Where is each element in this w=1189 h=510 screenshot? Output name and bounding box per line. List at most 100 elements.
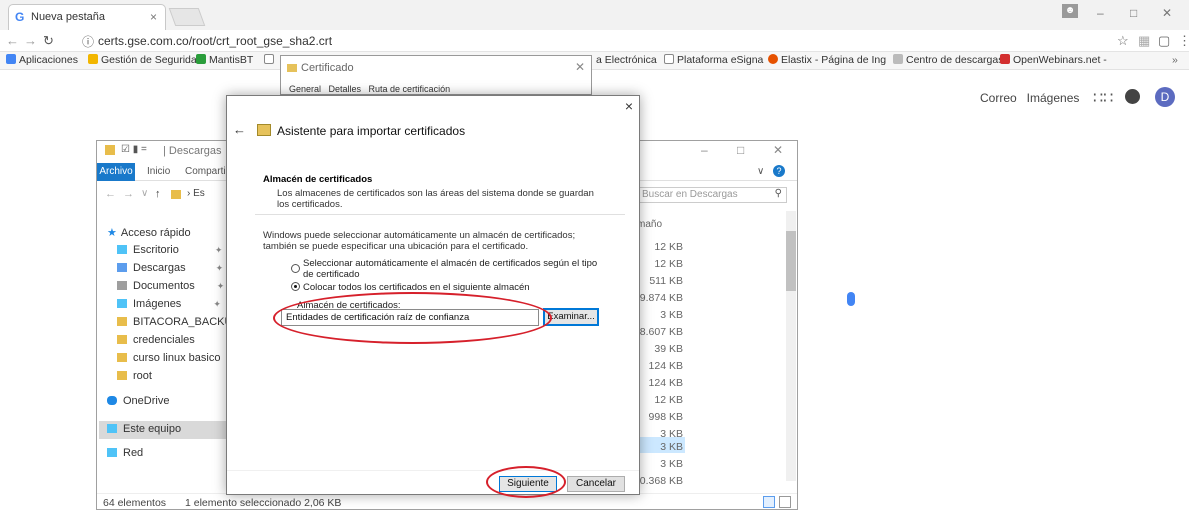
close-icon[interactable]: ✕ — [773, 143, 783, 157]
cancel-button[interactable]: Cancelar — [567, 476, 625, 492]
column-header-size[interactable]: maño — [637, 219, 662, 230]
sidebar-item-onedrive[interactable]: OneDrive — [107, 395, 169, 407]
apps-grid-icon[interactable]: ∷∷ — [1093, 88, 1113, 108]
sidebar-item-escritorio[interactable]: Escritorio ✦ — [117, 244, 222, 256]
section-description: Los almacenes de certificados son las ár… — [277, 188, 594, 210]
cast-icon[interactable]: ▢ — [1158, 33, 1170, 49]
radio-selected-dot — [294, 285, 297, 288]
divider — [255, 214, 625, 215]
bookmark-item[interactable]: a Electrónica — [596, 54, 657, 66]
maximize-icon[interactable]: □ — [737, 143, 744, 157]
minimize-icon[interactable]: – — [1097, 6, 1104, 20]
bookmarks-overflow[interactable]: » — [1172, 54, 1178, 66]
tab-title: Nueva pestaña — [31, 11, 105, 23]
new-tab-button[interactable] — [168, 8, 206, 26]
scrollbar[interactable] — [786, 211, 796, 481]
sidebar-item-folder[interactable]: credenciales — [117, 334, 195, 346]
status-selection: 1 elemento seleccionado 2,06 KB — [185, 497, 342, 509]
radio-auto-store[interactable] — [291, 264, 300, 273]
radio-auto-store-label[interactable]: Seleccionar automáticamente el almacén d… — [303, 258, 603, 280]
computer-icon — [107, 424, 117, 433]
explorer-search-input[interactable]: Buscar en Descargas ⚲ — [637, 187, 787, 203]
forward-icon[interactable]: → — [24, 33, 37, 48]
help-icon[interactable]: ? — [773, 165, 785, 177]
bookmark-icon — [893, 54, 903, 64]
bookmark-icon — [1000, 54, 1010, 64]
close-icon[interactable]: × — [625, 98, 633, 114]
section-heading: Almacén de certificados — [263, 174, 373, 185]
network-icon — [107, 448, 117, 457]
apps-icon — [6, 54, 16, 64]
documents-icon — [117, 281, 127, 290]
scrollbar-thumb[interactable] — [786, 231, 796, 291]
address-bar[interactable]: ⓘ certs.gse.com.co/root/crt_root_gse_sha… — [78, 32, 938, 50]
bookmark-item[interactable]: Centro de descargas — [893, 54, 1003, 66]
pin-icon[interactable]: ✦ — [216, 263, 224, 273]
sidebar-item-documentos[interactable]: Documentos ✦ — [117, 280, 224, 292]
pin-icon[interactable]: ✦ — [213, 299, 221, 309]
tab-archivo[interactable]: Archivo — [97, 163, 135, 181]
radio-specific-store[interactable] — [291, 282, 300, 291]
certificate-icon — [287, 64, 297, 72]
breadcrumb[interactable]: › Es — [187, 188, 205, 199]
folder-icon — [117, 317, 127, 326]
star-icon[interactable]: ☆ — [1117, 33, 1129, 49]
avatar[interactable]: D — [1155, 87, 1175, 107]
maximize-icon[interactable]: □ — [1130, 6, 1137, 20]
tiles-view-icon[interactable] — [779, 496, 791, 508]
notifications-icon[interactable] — [1125, 89, 1140, 104]
chevron-down-icon[interactable]: ∨ — [141, 188, 148, 199]
tab-compartir[interactable]: Compartir — [185, 166, 229, 177]
bookmark-item[interactable] — [264, 54, 277, 66]
tab-inicio[interactable]: Inicio — [147, 166, 170, 177]
bookmark-item[interactable]: Plataforma eSigna — [664, 54, 763, 66]
annotation-oval-store — [273, 292, 552, 344]
quick-access-toolbar[interactable]: ☑ ▮ = — [121, 144, 147, 155]
microphone-icon[interactable] — [847, 292, 855, 306]
pin-icon[interactable]: ✦ — [217, 281, 225, 291]
sidebar-item-folder[interactable]: BITACORA_BACKUP — [117, 316, 240, 328]
sidebar-item-quick-access[interactable]: ★ Acceso rápido — [107, 226, 191, 239]
bookmark-item[interactable]: OpenWebinars.net - — [1000, 54, 1107, 66]
browser-tab[interactable]: G Nueva pestaña × — [8, 4, 166, 30]
profile-icon[interactable]: ☻ — [1062, 4, 1078, 18]
cloud-icon — [107, 396, 117, 405]
sidebar-item-red[interactable]: Red — [107, 447, 143, 459]
back-icon[interactable]: ← — [233, 122, 246, 137]
info-icon[interactable]: ⓘ — [82, 33, 94, 50]
pin-icon[interactable]: ✦ — [215, 245, 223, 255]
minimize-icon[interactable]: – — [701, 143, 708, 157]
close-window-icon[interactable]: ✕ — [1162, 6, 1172, 20]
bookmark-apps[interactable]: Aplicaciones — [6, 54, 78, 66]
sidebar-item-este-equipo[interactable]: Este equipo — [107, 423, 181, 435]
google-links[interactable]: Correo Imágenes — [980, 91, 1079, 105]
bookmark-item[interactable]: Gestión de Seguridad — [88, 54, 203, 66]
certificate-window-title: Certificado — [301, 62, 354, 74]
bookmark-item[interactable]: Elastix - Página de Ing — [768, 54, 886, 66]
tab-strip: G Nueva pestaña × ☻ – □ ✕ — [0, 0, 1189, 30]
details-view-icon[interactable] — [763, 496, 775, 508]
bookmark-item[interactable]: MantisBT — [196, 54, 253, 66]
reload-icon[interactable]: ↻ — [43, 33, 54, 49]
sidebar-item-folder[interactable]: curso linux basico — [117, 352, 220, 364]
address-url: certs.gse.com.co/root/crt_root_gse_sha2.… — [98, 34, 333, 48]
chevron-down-icon[interactable]: ∨ — [757, 166, 764, 177]
status-count: 64 elementos — [103, 497, 167, 509]
annotation-oval-next — [486, 466, 566, 498]
page-icon — [664, 54, 674, 64]
menu-icon[interactable]: ⋮ — [1178, 33, 1189, 49]
close-icon[interactable]: × — [150, 10, 157, 24]
sidebar-item-imagenes[interactable]: Imágenes ✦ — [117, 298, 221, 310]
back-icon[interactable]: ← — [105, 188, 116, 200]
up-icon[interactable]: ↑ — [155, 188, 161, 200]
bookmarks-bar: Aplicaciones Gestión de Seguridad Mantis… — [0, 52, 1189, 70]
extension-icon[interactable]: ▦ — [1138, 33, 1150, 49]
certificate-tabs[interactable]: General Detalles Ruta de certificación — [289, 84, 450, 94]
footer-divider — [227, 470, 639, 471]
sidebar-item-folder[interactable]: root — [117, 370, 152, 382]
folder-icon — [105, 145, 115, 155]
close-icon[interactable]: ✕ — [575, 60, 585, 74]
forward-icon[interactable]: → — [123, 188, 134, 200]
sidebar-item-descargas[interactable]: Descargas ✦ — [117, 262, 223, 274]
back-icon[interactable]: ← — [6, 33, 19, 48]
